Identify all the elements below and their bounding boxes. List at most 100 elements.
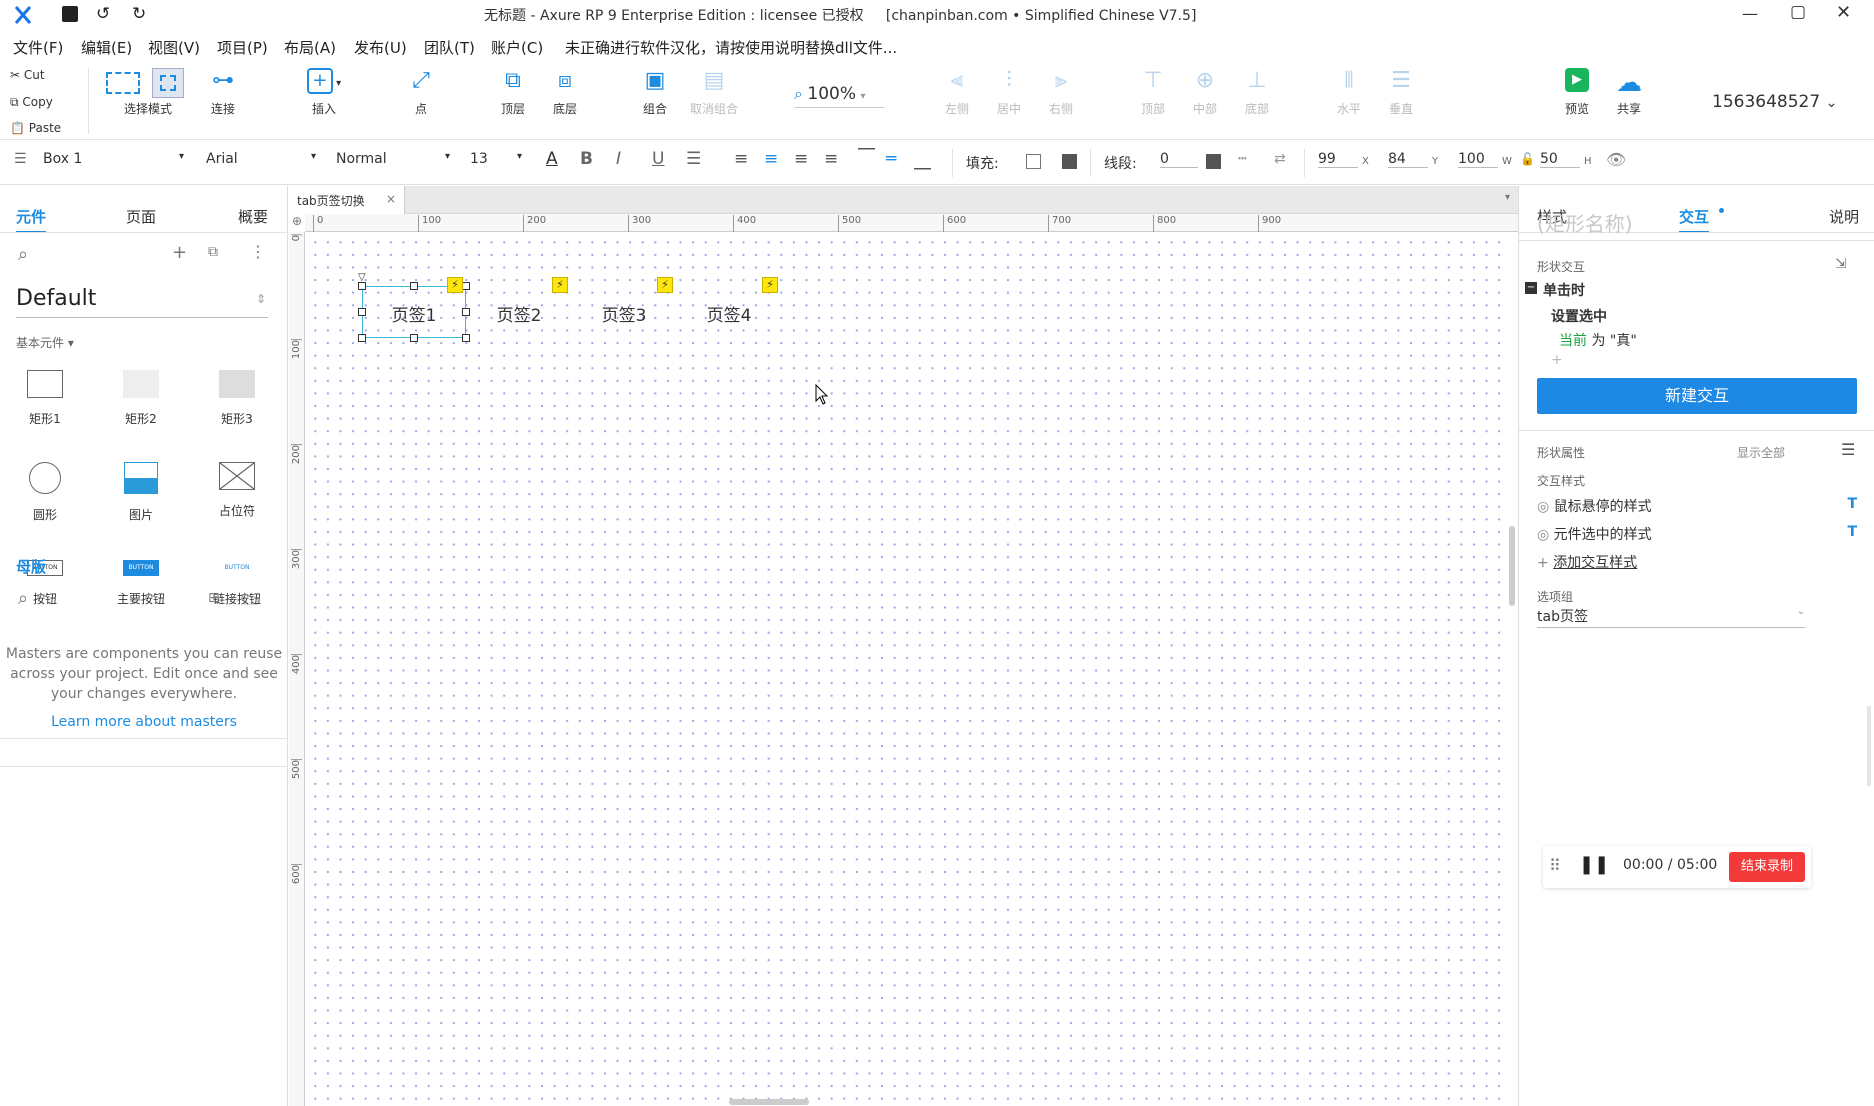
align-center-button[interactable]: ⫶ 居中 <box>987 68 1031 117</box>
align-text-center-icon[interactable]: ≡ <box>764 149 778 169</box>
resize-handle[interactable] <box>410 282 418 290</box>
new-interaction-button[interactable]: 新建交互 <box>1537 378 1857 414</box>
add-interaction-style-link[interactable]: + 添加交互样式 <box>1537 552 1637 572</box>
widget-search-icon[interactable]: ⌕ <box>18 244 28 265</box>
widget-rect1[interactable]: 矩形1 <box>5 370 85 427</box>
close-tab-icon[interactable]: × <box>386 192 396 206</box>
option-group-field[interactable]: tab页签 ⌄ <box>1537 606 1805 628</box>
valign-middle-icon[interactable]: ═ <box>886 149 896 169</box>
align-middle-button[interactable]: ⊕ 中部 <box>1183 68 1227 117</box>
minimize-button[interactable]: — <box>1742 4 1758 23</box>
widget-rect2[interactable]: 矩形2 <box>101 370 181 427</box>
tab-widgets[interactable]: 元件 <box>16 206 47 233</box>
ungroup-button[interactable]: ▤ 取消组合 <box>684 68 744 117</box>
library-stack-icon[interactable]: ⧉ <box>208 244 218 260</box>
folder-icon[interactable]: 🗀 <box>244 590 258 614</box>
bring-to-front-button[interactable]: ⧉ 顶层 <box>490 68 536 117</box>
lock-icon[interactable]: 🔓 <box>1520 152 1535 166</box>
action-set-selected[interactable]: 设置选中 <box>1551 306 1607 326</box>
select-mode-button[interactable]: 选择模式 <box>100 68 196 117</box>
group-button[interactable]: ▣ 组合 <box>632 68 678 117</box>
underline-icon[interactable]: U <box>652 149 664 169</box>
interaction-bolt-icon[interactable]: ⚡ <box>762 277 778 293</box>
valign-top-icon[interactable]: ⎺ <box>858 147 875 167</box>
hover-style-t-icon[interactable]: T <box>1847 496 1857 512</box>
save-icon[interactable] <box>62 6 78 22</box>
bullet-list-icon[interactable]: ☰ <box>686 149 701 169</box>
distribute-v-button[interactable]: ☰ 垂直 <box>1379 68 1423 117</box>
arrow-style-icon[interactable]: ⇄ <box>1274 151 1286 167</box>
masters-tab[interactable]: 母版 <box>16 556 46 577</box>
hamburger-menu-icon[interactable]: ☰ <box>1841 440 1855 459</box>
vertical-scrollbar[interactable] <box>1509 526 1515 606</box>
align-left-button[interactable]: ⫷ 左侧 <box>935 68 979 117</box>
tab-pages[interactable]: 页面 <box>126 206 156 227</box>
line-width-field[interactable] <box>1160 151 1198 168</box>
tab-outline[interactable]: 概要 <box>238 206 268 227</box>
more-vertical-icon[interactable]: ⋮ <box>250 242 266 261</box>
action-target[interactable]: 当前 为 "真" <box>1559 330 1637 350</box>
height-field[interactable] <box>1540 151 1580 168</box>
resize-handle[interactable] <box>410 334 418 342</box>
rotate-handle-icon[interactable]: ▽ <box>358 272 366 283</box>
stop-recording-button[interactable]: 结束录制 <box>1729 852 1805 882</box>
font-selector[interactable]: Arial ▾ <box>206 151 316 175</box>
selected-style-row[interactable]: ◎ 元件选中的样式 T <box>1537 524 1857 544</box>
right-panel-scrollbar[interactable] <box>1867 706 1871 786</box>
undo-icon[interactable]: ↺ <box>96 4 110 24</box>
insert-button[interactable]: + ▾ 插入 <box>300 68 348 117</box>
line-pattern-icon[interactable]: ┅ <box>1238 151 1246 167</box>
menu-edit[interactable]: 编辑(E) <box>81 37 132 58</box>
section-basic-widgets[interactable]: 基本元件 ▾ <box>16 334 74 351</box>
weight-selector[interactable]: Normal ▾ <box>336 151 450 175</box>
show-all-link[interactable]: 显示全部 <box>1737 444 1785 461</box>
library-selector[interactable]: Default ⇕ <box>16 286 268 318</box>
interaction-bolt-icon[interactable]: ⚡ <box>552 277 568 293</box>
interaction-bolt-icon[interactable]: ⚡ <box>447 277 463 293</box>
y-field[interactable] <box>1388 151 1428 168</box>
selected-style-t-icon[interactable]: T <box>1847 524 1857 540</box>
send-to-back-button[interactable]: ⧈ 底层 <box>542 68 588 117</box>
maximize-button[interactable]: ▢ <box>1790 2 1806 22</box>
size-selector[interactable]: 13 ▾ <box>470 151 522 175</box>
resize-handle[interactable] <box>358 282 366 290</box>
interaction-bolt-icon[interactable]: ⚡ <box>657 277 673 293</box>
italic-icon[interactable]: I <box>616 149 621 169</box>
resize-handle[interactable] <box>462 334 470 342</box>
resize-handle[interactable] <box>462 282 470 290</box>
width-field[interactable] <box>1458 151 1498 168</box>
menu-project[interactable]: 项目(P) <box>217 37 268 58</box>
event-onclick[interactable]: 单击时 <box>1543 280 1585 300</box>
menu-view[interactable]: 视图(V) <box>148 37 200 58</box>
add-action-icon[interactable]: + <box>1551 352 1563 368</box>
cut-button[interactable]: ✂ Cut <box>10 68 45 82</box>
add-master-icon[interactable]: ⊞ <box>208 590 220 606</box>
masters-learn-link[interactable]: Learn more about masters <box>0 714 288 730</box>
resize-handle[interactable] <box>358 334 366 342</box>
bold-icon[interactable]: B <box>580 149 593 169</box>
close-button[interactable]: ✕ <box>1836 2 1851 23</box>
font-color-icon[interactable]: A <box>546 149 558 169</box>
collapse-minus-icon[interactable]: − <box>1525 282 1537 294</box>
point-button[interactable]: ⤢ 点 <box>398 68 444 117</box>
hover-style-row[interactable]: ◎ 鼠标悬停的样式 T <box>1537 496 1857 516</box>
tab-interactions[interactable]: 交互 <box>1679 206 1710 233</box>
align-bottom-button[interactable]: ⊥ 底部 <box>1235 68 1279 117</box>
widget-placeholder[interactable]: 占位符 <box>197 462 277 519</box>
line-color-swatch[interactable] <box>1206 154 1221 169</box>
masters-search-icon[interactable]: ⌕ <box>18 588 28 609</box>
add-library-icon[interactable]: + <box>172 242 187 263</box>
valign-bottom-icon[interactable]: ⎽ <box>914 151 931 171</box>
x-field[interactable] <box>1318 151 1358 168</box>
shadow-swatch[interactable] <box>1062 154 1077 169</box>
drag-handle-icon[interactable]: ⠿ <box>1549 856 1561 875</box>
zoom-control[interactable]: ⌕ 100% ▾ <box>794 84 884 108</box>
horizontal-scrollbar[interactable] <box>729 1099 809 1105</box>
widget-primary-button[interactable]: BUTTON 主要按钮 <box>101 560 181 607</box>
menu-team[interactable]: 团队(T) <box>424 37 475 58</box>
menu-file[interactable]: 文件(F) <box>13 37 63 58</box>
preview-button[interactable]: ▶ 预览 <box>1555 68 1599 117</box>
share-button[interactable]: ☁ 共享 <box>1607 68 1651 117</box>
account-menu[interactable]: 1563648527 ⌄ <box>1712 92 1837 112</box>
canvas-tab-4[interactable]: 页签4 <box>666 301 792 326</box>
